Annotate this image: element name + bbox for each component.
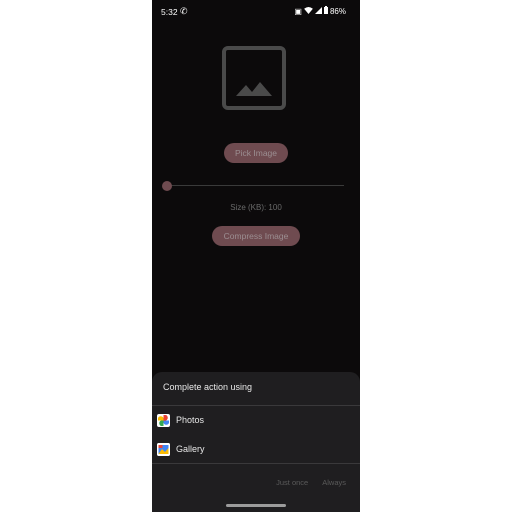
gallery-icon <box>157 442 170 456</box>
chooser-bottom-sheet: Complete action using Photos Gallery Jus… <box>152 372 360 512</box>
divider <box>152 463 360 464</box>
app-item-gallery[interactable]: Gallery <box>152 436 360 462</box>
divider <box>152 405 360 406</box>
app-label-gallery: Gallery <box>176 444 205 454</box>
compress-image-button[interactable]: Compress Image <box>212 226 300 246</box>
status-bar: 5:32 ✆ ▣ 86% <box>152 0 360 22</box>
battery-icon <box>323 6 328 16</box>
nfc-icon: ▣ <box>294 6 302 16</box>
battery-percent: 86% <box>329 6 346 16</box>
navigation-handle[interactable] <box>226 504 286 507</box>
image-placeholder-icon <box>222 46 286 110</box>
chooser-title: Complete action using <box>163 382 253 392</box>
just-once-button[interactable]: Just once <box>276 478 308 487</box>
app-item-photos[interactable]: Photos <box>152 407 360 433</box>
phone-call-icon: ✆ <box>180 6 188 16</box>
chooser-actions: Just once Always <box>276 478 346 487</box>
app-label-photos: Photos <box>176 415 205 425</box>
size-label: Size (KB): 100 <box>230 203 282 212</box>
size-slider-track[interactable] <box>168 185 344 186</box>
status-time: 5:32 <box>161 7 178 17</box>
wifi-icon <box>304 6 313 16</box>
always-button[interactable]: Always <box>322 478 346 487</box>
phone-screen: 5:32 ✆ ▣ 86% Pick Image Size (KB): 100 C… <box>152 0 360 512</box>
size-slider-thumb[interactable] <box>162 181 172 191</box>
google-photos-icon <box>157 413 170 427</box>
status-icons: ▣ 86% <box>294 6 346 16</box>
signal-icon <box>314 6 322 16</box>
pick-image-button[interactable]: Pick Image <box>224 143 288 163</box>
